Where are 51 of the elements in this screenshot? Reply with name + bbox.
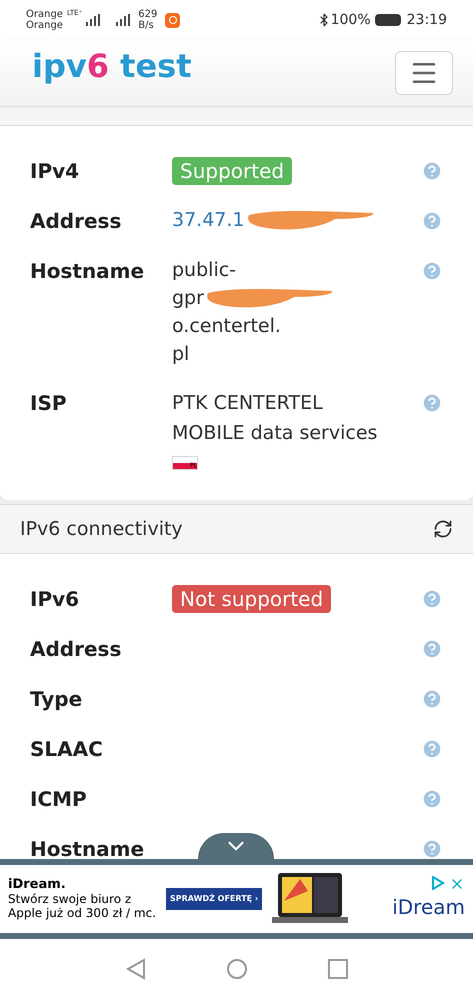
help-icon[interactable] [421, 210, 443, 232]
battery-icon [374, 14, 401, 26]
ad-text: Stwórz swoje biuro z Apple już od 300 zł / mc. [8, 892, 158, 920]
isp-text: PTK CENTERTEL MOBILE data services [172, 391, 378, 446]
row-label: Address [30, 636, 122, 663]
address-link[interactable]: 37.47.1 [172, 206, 245, 234]
ad-cta-button[interactable]: SPRAWDŹ OFERTĘ › [166, 888, 262, 910]
help-icon[interactable] [421, 588, 443, 610]
ad-banner[interactable]: iDream. Stwórz swoje biuro z Apple już od 300 zł / mc. SPRAWDŹ OFERTĘ › iDream [0, 859, 473, 939]
row-label: IPv6 [30, 586, 80, 613]
row-label: SLAAC [30, 736, 104, 763]
section-title: IPv6 connectivity [20, 516, 183, 542]
site-logo[interactable]: ipv6 test [32, 50, 192, 82]
speed-unit: B/s [138, 20, 155, 31]
recents-icon[interactable] [328, 959, 348, 979]
status-badge: Not supported [172, 585, 332, 613]
ad-info-icon[interactable] [431, 876, 445, 890]
help-icon[interactable] [421, 638, 443, 660]
help-icon[interactable] [421, 688, 443, 710]
home-icon[interactable] [226, 958, 248, 980]
hostname-text: pl [172, 342, 190, 367]
hostname-text: gpr [172, 286, 204, 311]
help-icon[interactable] [421, 838, 443, 859]
app-icon [165, 12, 180, 28]
refresh-icon[interactable] [433, 519, 453, 539]
ad-brand: iDream. [8, 878, 67, 892]
battery-percent: 100% [330, 10, 371, 30]
speed-value: 629 [138, 9, 158, 20]
row-label: ICMP [30, 786, 88, 813]
carrier-name: Orange [26, 20, 63, 31]
help-icon[interactable] [421, 392, 443, 414]
help-icon[interactable] [421, 738, 443, 760]
ad-logo: iDream [392, 894, 465, 921]
row-label: Type [30, 686, 84, 713]
carrier-name: Orange [26, 9, 63, 20]
help-icon[interactable] [421, 260, 443, 282]
signal-icon [116, 14, 130, 26]
row-label: Hostname [30, 258, 146, 285]
menu-button[interactable] [395, 51, 453, 95]
row-label: ISP [30, 390, 68, 417]
hostname-text: o.centertel. [172, 314, 282, 339]
status-badge: Supported [172, 157, 292, 185]
row-label: Address [30, 208, 122, 235]
clock: 23:19 [406, 10, 447, 30]
help-icon[interactable] [421, 160, 443, 182]
hostname-text: public- [172, 258, 238, 283]
help-icon[interactable] [421, 788, 443, 810]
back-icon[interactable] [126, 958, 146, 980]
row-label: IPv4 [30, 158, 80, 185]
row-label: Hostname [30, 836, 146, 859]
signal-icon [86, 14, 100, 26]
